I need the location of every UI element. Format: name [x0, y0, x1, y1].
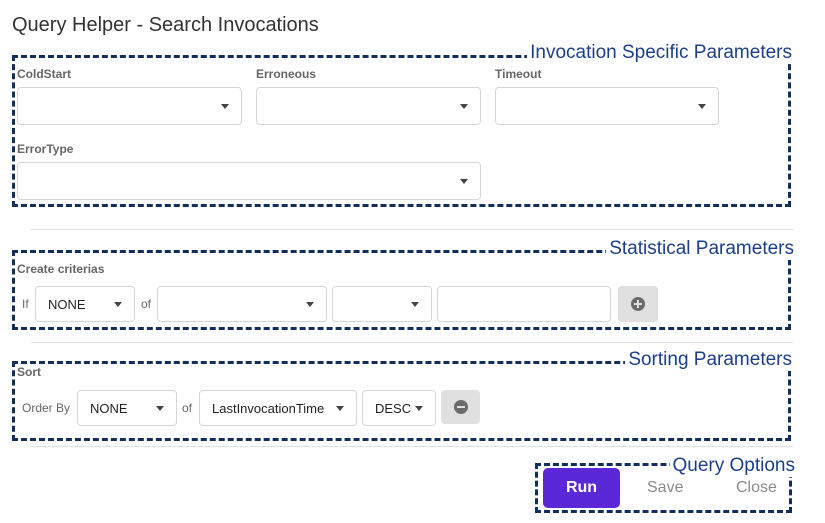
chevron-down-icon: [411, 302, 419, 307]
chevron-down-icon: [415, 406, 423, 411]
sort-field-value: LastInvocationTime: [212, 400, 325, 416]
chevron-down-icon: [460, 179, 468, 184]
sort-direction-select[interactable]: DESC: [362, 390, 436, 426]
chevron-down-icon: [306, 302, 314, 307]
errortype-label: ErrorType: [17, 142, 74, 156]
minus-circle-icon: [453, 400, 468, 414]
timeout-select[interactable]: [495, 87, 719, 125]
sort-field-select[interactable]: LastInvocationTime: [199, 390, 357, 426]
statistical-field-select[interactable]: [157, 286, 327, 322]
statistical-function-select[interactable]: NONE: [35, 286, 135, 322]
sorting-params-heading: Sorting Parameters: [625, 349, 795, 371]
chevron-down-icon: [698, 104, 706, 109]
erroneous-label: Erroneous: [256, 67, 317, 81]
create-criterias-label: Create criterias: [17, 262, 105, 276]
chevron-down-icon: [460, 104, 468, 109]
coldstart-select[interactable]: [17, 87, 242, 125]
remove-sort-button[interactable]: [441, 390, 480, 424]
close-button[interactable]: Close: [736, 479, 777, 497]
divider: [30, 342, 794, 343]
statistical-function-value: NONE: [48, 296, 86, 312]
of-label: of: [182, 401, 193, 415]
page-title: Query Helper - Search Invocations: [12, 14, 319, 36]
plus-circle-icon: [631, 297, 645, 311]
sort-function-value: NONE: [90, 400, 128, 416]
timeout-label: Timeout: [495, 67, 542, 81]
save-button[interactable]: Save: [647, 479, 683, 497]
invocation-params-heading: Invocation Specific Parameters: [527, 42, 795, 64]
order-by-label: Order By: [22, 401, 71, 415]
divider: [30, 446, 794, 447]
divider: [30, 229, 794, 230]
errortype-select[interactable]: [17, 162, 481, 200]
chevron-down-icon: [156, 406, 164, 411]
statistical-value-input[interactable]: [437, 286, 611, 322]
coldstart-label: ColdStart: [17, 67, 71, 81]
chevron-down-icon: [221, 104, 229, 109]
chevron-down-icon: [114, 302, 122, 307]
sort-function-select[interactable]: NONE: [77, 390, 177, 426]
of-label: of: [141, 297, 152, 311]
run-button[interactable]: Run: [543, 468, 620, 508]
sort-label: Sort: [17, 365, 41, 379]
statistical-params-heading: Statistical Parameters: [606, 238, 797, 260]
if-label: If: [22, 297, 29, 311]
statistical-operator-select[interactable]: [332, 286, 432, 322]
chevron-down-icon: [336, 406, 344, 411]
erroneous-select[interactable]: [256, 87, 481, 125]
query-options-heading: Query Options: [669, 455, 798, 477]
sort-direction-value: DESC: [375, 400, 412, 416]
add-criteria-button[interactable]: [618, 286, 658, 322]
